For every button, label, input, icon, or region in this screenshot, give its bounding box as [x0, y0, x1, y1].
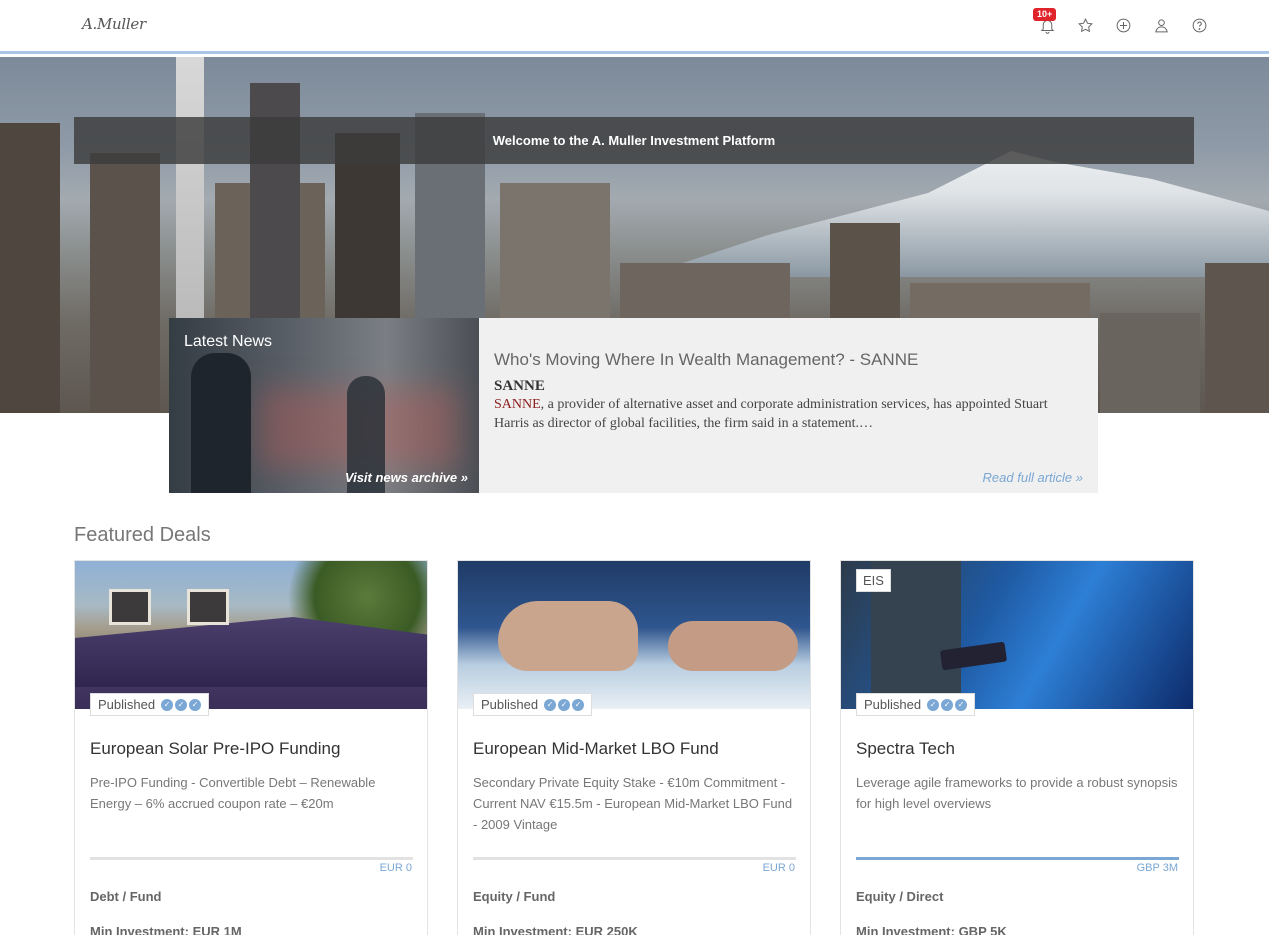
hero-building [0, 123, 60, 413]
deal-title[interactable]: Spectra Tech [856, 739, 955, 759]
deal-image [458, 561, 810, 709]
check-icon: ✓ [927, 698, 940, 711]
deal-progress [90, 857, 413, 860]
status-badge: Published ✓ ✓ ✓ [856, 693, 976, 716]
deal-card[interactable]: EIS Published ✓ ✓ ✓ Spectra Tech Leverage … [840, 560, 1194, 935]
deal-title[interactable]: European Solar Pre-IPO Funding [90, 739, 340, 759]
status-label: Published [481, 697, 539, 712]
deal-description: Leverage agile frameworks to provide a r… [856, 775, 1178, 811]
check-icon: ✓ [941, 698, 954, 711]
deal-min-investment: Min Investment: EUR 1M [90, 924, 242, 935]
deal-image-hand [668, 621, 798, 671]
deal-image-hand [498, 601, 638, 671]
news-body: SANNE, a provider of alternative asset a… [494, 395, 1083, 433]
check-icon: ✓ [558, 698, 571, 711]
status-badge: Published ✓ ✓ ✓ [90, 693, 210, 716]
featured-deals-title: Featured Deals [74, 524, 211, 546]
deal-card[interactable]: Published ✓ ✓ ✓ European Solar Pre-IPO Fun… [74, 560, 428, 935]
deal-type: Equity / Fund [473, 889, 556, 904]
deal-description: Secondary Private Equity Stake - €10m Co… [473, 775, 793, 832]
deal-image [75, 561, 427, 709]
deal-title[interactable]: European Mid-Market LBO Fund [473, 739, 719, 759]
news-archive-link[interactable]: Visit news archive » [345, 470, 468, 485]
notification-badge: 10+ [1033, 8, 1057, 21]
check-icon: ✓ [955, 698, 968, 711]
deal-image-window [109, 589, 151, 625]
logo[interactable]: A.Muller [82, 15, 146, 33]
news-image: Latest News Visit news archive » [169, 318, 479, 493]
hero-building [1100, 313, 1200, 413]
check-icon: ✓ [544, 698, 557, 711]
deal-type: Debt / Fund [90, 889, 162, 904]
bell-icon[interactable]: 10+ [1033, 8, 1057, 36]
deal-amount: EUR 0 [379, 862, 412, 874]
deal-amount: GBP 3M [1136, 862, 1178, 874]
news-image-figure [191, 353, 251, 493]
star-icon[interactable] [1075, 14, 1095, 36]
deal-amount: EUR 0 [762, 862, 795, 874]
deal-min-investment: Min Investment: EUR 250K [473, 924, 638, 935]
read-full-article-link[interactable]: Read full article » [983, 470, 1083, 485]
check-icon: ✓ [175, 698, 188, 711]
deal-image [841, 561, 1193, 709]
hero-building [90, 153, 160, 413]
top-icons: 10+ [1033, 8, 1209, 36]
user-icon[interactable] [1151, 14, 1171, 36]
plus-circle-icon[interactable] [1113, 14, 1133, 36]
help-icon[interactable] [1189, 14, 1209, 36]
latest-news-label: Latest News [184, 333, 273, 350]
news-article: Who's Moving Where In Wealth Management?… [479, 318, 1098, 493]
check-icons: ✓ ✓ ✓ [161, 698, 202, 711]
check-icon: ✓ [189, 698, 202, 711]
check-icons: ✓ ✓ ✓ [927, 698, 968, 711]
deal-card[interactable]: Published ✓ ✓ ✓ European Mid-Market LBO Fu… [457, 560, 811, 935]
deal-type: Equity / Direct [856, 889, 944, 904]
deal-progress-fill [856, 857, 1179, 860]
news-source: SANNE [494, 378, 545, 394]
deal-progress [856, 857, 1179, 860]
status-label: Published [864, 697, 922, 712]
welcome-banner: Welcome to the A. Muller Investment Plat… [74, 117, 1194, 164]
news-headline[interactable]: Who's Moving Where In Wealth Management?… [494, 350, 1083, 370]
latest-news-panel: Latest News Visit news archive » Who's M… [169, 318, 1098, 493]
status-badge: Published ✓ ✓ ✓ [473, 693, 593, 716]
status-label: Published [98, 697, 156, 712]
check-icon: ✓ [161, 698, 174, 711]
hero-building [1205, 263, 1269, 413]
deal-description: Pre-IPO Funding - Convertible Debt – Ren… [90, 775, 376, 811]
news-body-text: , a provider of alternative asset and co… [494, 397, 1048, 431]
top-bar: A.Muller 10+ [0, 0, 1269, 54]
news-body-link[interactable]: SANNE [494, 397, 541, 412]
deal-min-investment: Min Investment: GBP 5K [856, 924, 1007, 935]
deal-tag: EIS [856, 569, 891, 592]
check-icon: ✓ [572, 698, 585, 711]
deal-image-window [187, 589, 229, 625]
check-icons: ✓ ✓ ✓ [544, 698, 585, 711]
deal-progress [473, 857, 796, 860]
